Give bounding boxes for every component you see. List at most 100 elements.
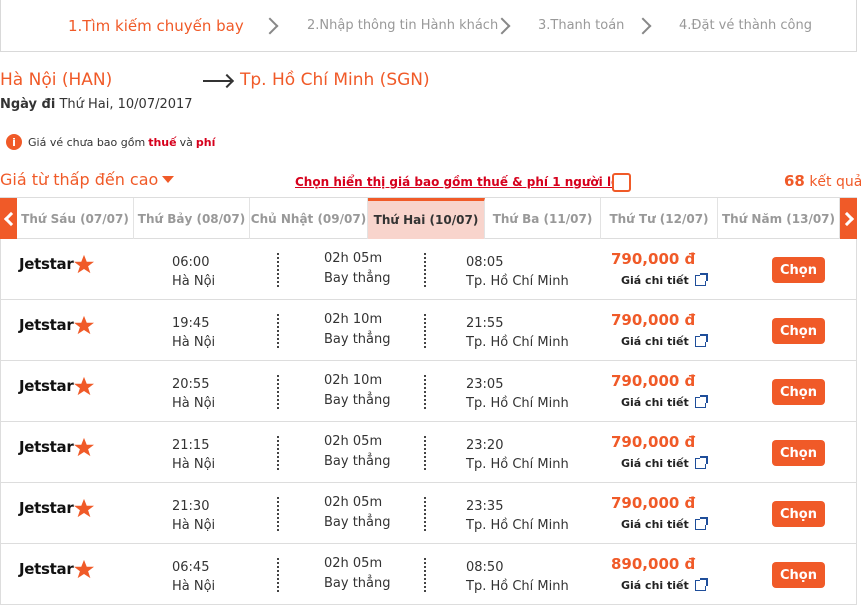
departure-city: Hà Nội — [172, 457, 216, 472]
flight-duration: 02h 05m — [324, 495, 383, 510]
flight-duration: 02h 05m — [324, 434, 383, 449]
fare-detail-link[interactable]: Giá chi tiết — [621, 334, 708, 348]
star-icon — [74, 315, 95, 335]
next-day-button[interactable] — [839, 198, 857, 239]
flight-row: Jetstar 06:45 Hà Nội 02h 05m Bay thẳng 0… — [0, 544, 857, 605]
star-icon — [74, 498, 95, 518]
divider — [277, 375, 279, 409]
flight-row: Jetstar 06:00 Hà Nội 02h 05m Bay thẳng 0… — [0, 239, 857, 300]
arrow-right-icon — [203, 80, 231, 82]
fare-price: 790,000 đ — [611, 250, 696, 268]
airline-logo: Jetstar — [19, 437, 95, 457]
fare-detail-label: Giá chi tiết — [621, 396, 689, 409]
arrival-time: 21:55 — [466, 316, 504, 331]
info-icon: i — [6, 134, 22, 150]
route-origin: Hà Nội (HAN) — [0, 70, 113, 90]
day-tab[interactable]: Thứ Tư (12/07) — [601, 198, 718, 239]
route-destination: Tp. Hồ Chí Minh (SGN) — [240, 70, 430, 90]
arrival-time: 23:20 — [466, 438, 504, 453]
choose-button[interactable]: Chọn — [772, 501, 825, 527]
arrival-city: Tp. Hồ Chí Minh — [466, 457, 569, 472]
choose-button[interactable]: Chọn — [772, 379, 825, 405]
divider — [277, 436, 279, 470]
caret-down-icon — [162, 176, 175, 183]
chevron-left-icon — [3, 211, 18, 226]
departure-city: Hà Nội — [172, 579, 216, 594]
flight-duration: 02h 10m — [324, 312, 383, 327]
choose-button[interactable]: Chọn — [772, 562, 825, 588]
flight-stops: Bay thẳng — [324, 576, 391, 591]
external-link-icon — [694, 334, 708, 347]
choose-button[interactable]: Chọn — [772, 440, 825, 466]
departure-time: 20:55 — [172, 377, 210, 392]
day-tab[interactable]: Thứ Bảy (08/07) — [134, 198, 250, 239]
divider — [424, 558, 426, 592]
prev-day-button[interactable] — [0, 198, 18, 239]
fare-detail-label: Giá chi tiết — [621, 457, 689, 470]
sort-label: Giá từ thấp đến cao — [0, 170, 159, 189]
include-fees-link[interactable]: Chọn hiển thị giá bao gồm thuế & phí 1 n… — [295, 175, 628, 189]
notice-text: Giá vé chưa bao gồm — [28, 135, 146, 149]
day-tab[interactable]: Thứ Năm (13/07) — [718, 198, 840, 239]
star-icon — [74, 376, 95, 396]
flight-stops: Bay thẳng — [324, 271, 391, 286]
chevron-right-icon — [634, 17, 652, 34]
divider — [424, 253, 426, 287]
airline-name: Jetstar — [19, 377, 74, 395]
fare-detail-label: Giá chi tiết — [621, 274, 689, 287]
airline-logo: Jetstar — [19, 254, 95, 274]
step-passenger: 2.Nhập thông tin Hành khách — [307, 18, 499, 33]
fare-detail-link[interactable]: Giá chi tiết — [621, 517, 708, 531]
fare-detail-label: Giá chi tiết — [621, 518, 689, 531]
departure-time: 21:30 — [172, 499, 210, 514]
flight-stops: Bay thẳng — [324, 393, 391, 408]
result-count: 68 kết quả — [784, 172, 861, 190]
departure-time: 21:15 — [172, 438, 210, 453]
airline-name: Jetstar — [19, 438, 74, 456]
step-complete: 4.Đặt vé thành công — [679, 18, 813, 33]
step-search: 1.Tìm kiếm chuyến bay — [68, 16, 244, 35]
choose-button[interactable]: Chọn — [772, 318, 825, 344]
divider — [424, 436, 426, 470]
arrival-city: Tp. Hồ Chí Minh — [466, 579, 569, 594]
day-tab[interactable]: Chủ Nhật (09/07) — [250, 198, 368, 239]
fare-detail-link[interactable]: Giá chi tiết — [621, 578, 708, 592]
fare-price: 890,000 đ — [611, 555, 696, 573]
fare-price: 790,000 đ — [611, 372, 696, 390]
external-link-icon — [694, 273, 708, 286]
day-tab-selected[interactable]: Thứ Hai (10/07) — [368, 198, 485, 239]
divider — [277, 253, 279, 287]
airline-name: Jetstar — [19, 316, 74, 334]
notice-and: và — [179, 135, 193, 149]
airline-logo: Jetstar — [19, 559, 95, 579]
external-link-icon — [694, 517, 708, 530]
day-tab[interactable]: Thứ Ba (11/07) — [485, 198, 601, 239]
day-tab[interactable]: Thứ Sáu (07/07) — [17, 198, 134, 239]
departure-city: Hà Nội — [172, 274, 216, 289]
external-link-icon — [694, 395, 708, 408]
airline-logo: Jetstar — [19, 498, 95, 518]
sort-dropdown[interactable]: Giá từ thấp đến cao — [0, 170, 175, 189]
airline-name: Jetstar — [19, 560, 74, 578]
flight-duration: 02h 10m — [324, 373, 383, 388]
departure-city: Hà Nội — [172, 396, 216, 411]
arrival-time: 23:05 — [466, 377, 504, 392]
result-number: 68 — [784, 172, 805, 190]
fare-detail-link[interactable]: Giá chi tiết — [621, 395, 708, 409]
step-payment: 3.Thanh toán — [538, 18, 625, 33]
include-fees-checkbox[interactable] — [612, 173, 631, 192]
star-icon — [74, 437, 95, 457]
arrival-time: 08:50 — [466, 560, 504, 575]
departure-time: 06:45 — [172, 560, 210, 575]
fare-detail-label: Giá chi tiết — [621, 335, 689, 348]
chevron-right-icon — [839, 211, 854, 226]
divider — [424, 314, 426, 348]
arrival-time: 08:05 — [466, 255, 504, 270]
flight-duration: 02h 05m — [324, 556, 383, 571]
flight-row: Jetstar 21:15 Hà Nội 02h 05m Bay thẳng 2… — [0, 422, 857, 483]
departure-city: Hà Nội — [172, 335, 216, 350]
choose-button[interactable]: Chọn — [772, 257, 825, 283]
fare-detail-link[interactable]: Giá chi tiết — [621, 273, 708, 287]
fare-detail-link[interactable]: Giá chi tiết — [621, 456, 708, 470]
divider — [424, 497, 426, 531]
